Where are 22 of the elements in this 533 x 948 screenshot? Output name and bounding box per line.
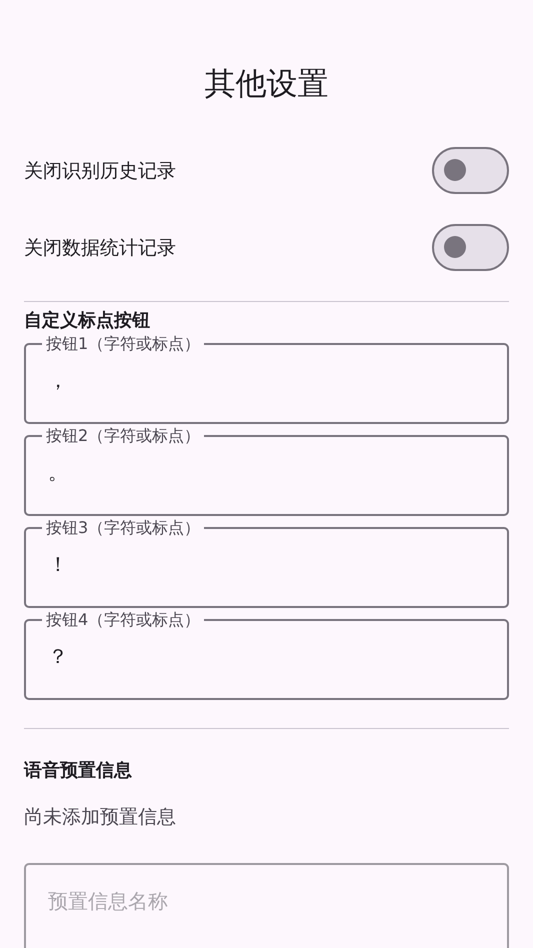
text-field[interactable]: 按钮4（字符或标点） ？ (24, 610, 509, 700)
toggle-switch[interactable] (432, 147, 509, 194)
text-field[interactable]: 按钮3（字符或标点） ！ (24, 518, 509, 608)
field-label: 按钮3（字符或标点） (46, 518, 200, 537)
page-title: 其他设置 (204, 65, 328, 104)
empty-message: 尚未添加预置信息 (24, 805, 176, 830)
text-field[interactable]: 按钮2（字符或标点） 。 (24, 426, 509, 516)
field-label: 按钮1（字符或标点） (46, 334, 200, 353)
section-heading: 语音预置信息 (24, 759, 132, 782)
toggle-switch[interactable] (432, 224, 509, 271)
text-field[interactable]: 预置信息名称 (24, 863, 509, 948)
setting-label: 关闭识别历史记录 (24, 158, 176, 184)
input-field[interactable]: ！ (48, 538, 485, 598)
section-heading: 自定义标点按钮 (24, 309, 150, 332)
text-field[interactable]: 按钮1（字符或标点） ， (24, 334, 509, 424)
input-field[interactable]: ， (48, 354, 485, 414)
field-label: 按钮4（字符或标点） (46, 610, 200, 629)
input-field[interactable]: 预置信息名称 (48, 865, 485, 943)
field-label: 按钮2（字符或标点） (46, 426, 200, 445)
setting-label: 关闭数据统计记录 (24, 236, 176, 260)
input-field[interactable]: ？ (48, 630, 485, 690)
input-field[interactable]: 。 (48, 446, 485, 506)
